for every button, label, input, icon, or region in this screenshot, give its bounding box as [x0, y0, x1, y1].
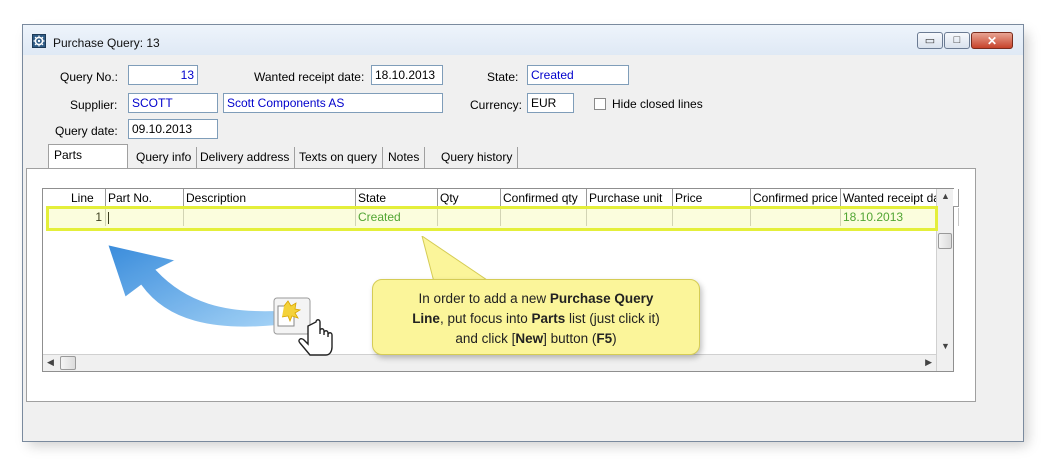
callout-text-fragment: F5	[596, 331, 613, 346]
tab-texts-on-query[interactable]: Texts on query	[294, 147, 384, 169]
hide-closed-lines-label: Hide closed lines	[612, 97, 703, 111]
minimize-button[interactable]: ▭	[917, 32, 943, 49]
horizontal-scrollbar[interactable]: ◀ ▶	[43, 354, 936, 371]
callout-text-fragment: Parts	[531, 311, 566, 326]
callout-text-fragment: ] button (	[543, 331, 597, 346]
callout-text-fragment: )	[612, 331, 617, 346]
hide-closed-lines-checkbox[interactable]	[594, 98, 606, 110]
currency-field[interactable]: EUR	[527, 93, 574, 113]
wanted-receipt-date-field[interactable]: 18.10.2013	[371, 65, 443, 85]
currency-label: Currency:	[470, 98, 523, 112]
callout-text-fragment: Purchase Query	[549, 291, 654, 306]
wanted-receipt-date-label: Wanted receipt date:	[254, 70, 365, 84]
supplier-label: Supplier:	[70, 98, 118, 112]
callout-text-fragment: Line	[412, 311, 440, 326]
column-header-state[interactable]: State	[356, 189, 438, 207]
new-line-highlight	[46, 206, 938, 231]
column-header-price[interactable]: Price	[673, 189, 751, 207]
tab-query-info[interactable]: Query info	[131, 147, 198, 169]
tab-parts[interactable]: Parts	[48, 144, 128, 168]
window-title: Purchase Query: 13	[53, 36, 160, 50]
callout-text-fragment: and click [	[455, 331, 516, 346]
close-button[interactable]: ✕	[971, 32, 1013, 49]
scroll-right-icon[interactable]: ▶	[925, 357, 932, 368]
supplier-name-field[interactable]: Scott Components AS	[223, 93, 443, 113]
column-header-description[interactable]: Description	[184, 189, 356, 207]
column-header-purchase-unit[interactable]: Purchase unit	[587, 189, 673, 207]
tip-callout-text: In order to add a new Purchase Query Line…	[373, 289, 699, 349]
callout-text-fragment: list (just click it)	[565, 311, 660, 326]
supplier-code-field[interactable]: SCOTT	[128, 93, 218, 113]
vertical-scrollbar[interactable]: ▲ ▼	[936, 189, 953, 371]
column-header-qty[interactable]: Qty	[438, 189, 501, 207]
column-header-confirmed-qty[interactable]: Confirmed qty	[501, 189, 587, 207]
tip-callout: In order to add a new Purchase Query Line…	[372, 279, 700, 355]
scroll-up-icon[interactable]: ▲	[941, 191, 950, 201]
title-bar[interactable]: Purchase Query: 13 ▭ □ ✕	[23, 25, 1023, 55]
horizontal-scroll-thumb[interactable]	[60, 356, 76, 370]
query-no-field[interactable]: 13	[128, 65, 198, 85]
curved-arrow-icon	[105, 242, 278, 329]
callout-pointer	[421, 236, 492, 283]
minimize-icon: ▭	[924, 35, 936, 47]
scroll-left-icon[interactable]: ◀	[47, 357, 54, 368]
new-button-icon	[273, 297, 333, 356]
vertical-scroll-thumb[interactable]	[938, 233, 952, 249]
tab-delivery-address[interactable]: Delivery address	[195, 147, 296, 169]
scroll-down-icon[interactable]: ▼	[941, 341, 950, 351]
column-header-part-no[interactable]: Part No.	[106, 189, 184, 207]
tab-query-history[interactable]: Query history	[436, 147, 519, 169]
callout-text-fragment: New	[515, 331, 544, 346]
query-date-field[interactable]: 09.10.2013	[128, 119, 218, 139]
maximize-icon: □	[953, 34, 961, 46]
column-header-line[interactable]: Line	[69, 189, 106, 207]
app-gear-icon	[32, 34, 46, 48]
query-no-label: Query No.:	[60, 70, 119, 84]
maximize-button[interactable]: □	[944, 32, 970, 49]
close-icon: ✕	[986, 34, 998, 48]
column-header-confirmed-price[interactable]: Confirmed price	[751, 189, 841, 207]
tab-notes[interactable]: Notes	[383, 147, 426, 169]
state-field[interactable]: Created	[527, 65, 629, 85]
callout-text-fragment: , put focus into	[439, 311, 532, 326]
callout-text-fragment: In order to add a new	[418, 291, 550, 306]
query-date-label: Query date:	[55, 124, 118, 138]
state-label: State:	[487, 70, 519, 84]
window-controls: ▭ □ ✕	[916, 32, 1013, 50]
callout-pointer-joint	[409, 280, 479, 284]
